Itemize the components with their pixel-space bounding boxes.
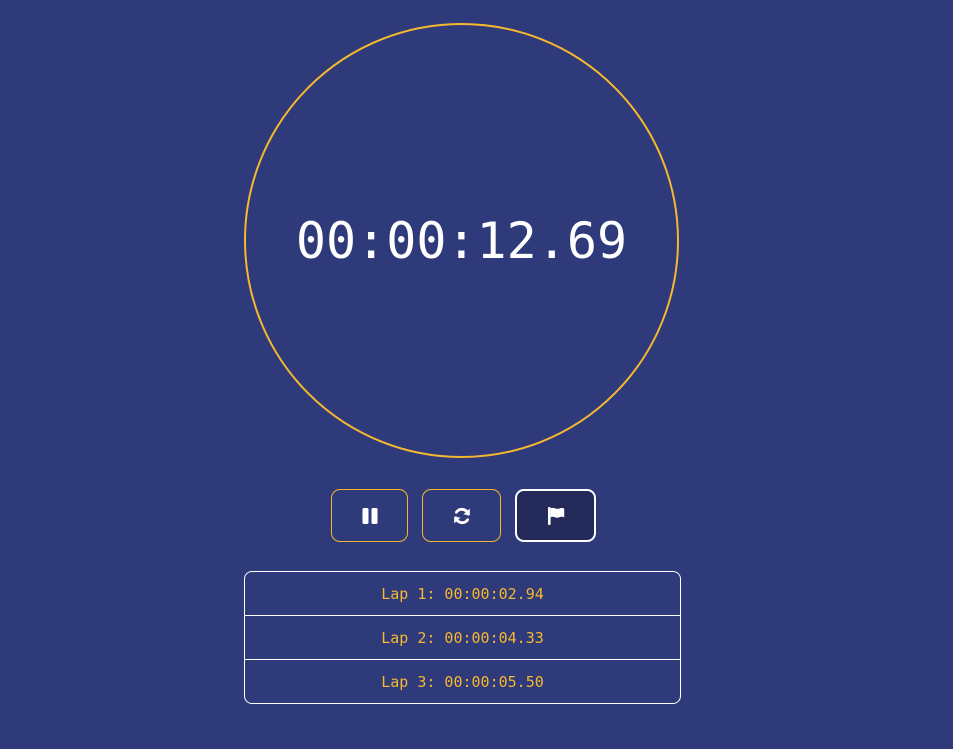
lap-item: Lap 1: 00:00:02.94 <box>245 572 680 616</box>
pause-icon <box>362 507 377 524</box>
lap-button[interactable] <box>515 489 596 542</box>
control-buttons <box>331 489 596 542</box>
elapsed-time-display: 00:00:12.69 <box>295 211 628 270</box>
lap-item: Lap 2: 00:00:04.33 <box>245 616 680 660</box>
lap-list: Lap 1: 00:00:02.94 Lap 2: 00:00:04.33 La… <box>244 571 681 704</box>
flag-icon <box>547 506 564 525</box>
reset-icon <box>453 507 470 524</box>
reset-button[interactable] <box>422 489 501 542</box>
pause-button[interactable] <box>331 489 408 542</box>
stopwatch-dial: 00:00:12.69 <box>244 23 679 458</box>
lap-item: Lap 3: 00:00:05.50 <box>381 672 544 691</box>
